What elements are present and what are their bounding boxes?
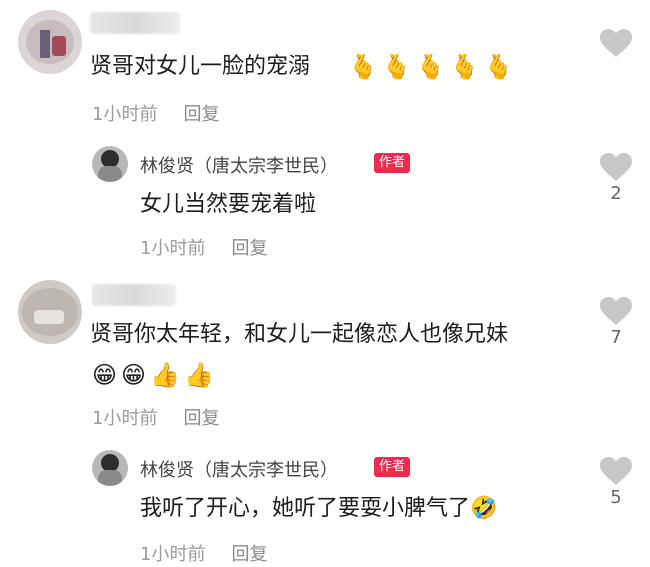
timestamp: 1小时前 bbox=[140, 238, 206, 259]
grinning-emoji: 😁 bbox=[92, 361, 118, 389]
like-button[interactable]: 7 bbox=[591, 296, 641, 350]
thumbs-up-emoji: 👍 bbox=[150, 361, 180, 389]
author-name[interactable]: 林俊贤（唐太宗李世民） bbox=[140, 152, 338, 178]
reply-button[interactable]: 回复 bbox=[231, 234, 267, 260]
author-badge: 作者 bbox=[374, 457, 411, 477]
comment-emojis: 🫰 🫰 🫰 🫰 🫰 bbox=[348, 52, 513, 82]
comment-text: 贤哥对女儿一脸的宠溺 bbox=[90, 54, 311, 79]
rofl-emoji: 🤣 bbox=[470, 496, 498, 521]
avatar[interactable] bbox=[92, 450, 128, 486]
finger-heart-emoji: 🫰 bbox=[381, 53, 412, 81]
heart-icon bbox=[600, 153, 632, 181]
reply-meta: 1小时前 回复 bbox=[140, 234, 267, 260]
like-count: 5 bbox=[610, 487, 622, 508]
finger-heart-emoji: 🫰 bbox=[415, 53, 446, 81]
comment-meta: 1小时前 回复 bbox=[92, 100, 219, 126]
comment-meta: 1小时前 回复 bbox=[92, 404, 219, 430]
like-button[interactable] bbox=[591, 28, 641, 58]
reply-button[interactable]: 回复 bbox=[183, 100, 219, 126]
like-button[interactable]: 5 bbox=[591, 456, 641, 510]
comment-item: 贤哥对女儿一脸的宠溺 🫰 🫰 🫰 🫰 🫰 1小时前 回复 bbox=[0, 0, 650, 130]
reply-button[interactable]: 回复 bbox=[183, 404, 219, 430]
comment-item: 贤哥你太年轻，和女儿一起像恋人也像兄妹 😁 😁 👍 👍 1小时前 回复 7 bbox=[0, 276, 650, 432]
like-button[interactable]: 2 bbox=[591, 152, 641, 206]
comment-emojis: 😁 😁 👍 👍 bbox=[92, 360, 214, 390]
heart-icon bbox=[600, 297, 632, 325]
reply-item: 林俊贤（唐太宗李世民） 作者 我听了开心，她听了要耍小脾气了🤣 1小时前 回复 … bbox=[0, 446, 650, 567]
blurred-username bbox=[90, 12, 180, 34]
author-name[interactable]: 林俊贤（唐太宗李世民） bbox=[140, 456, 338, 482]
avatar[interactable] bbox=[18, 10, 82, 74]
avatar[interactable] bbox=[18, 280, 82, 344]
reply-button[interactable]: 回复 bbox=[231, 540, 267, 566]
heart-icon bbox=[600, 29, 632, 57]
reply-text: 我听了开心，她听了要耍小脾气了🤣 bbox=[140, 494, 497, 524]
reply-meta: 1小时前 回复 bbox=[140, 540, 267, 566]
finger-heart-emoji: 🫰 bbox=[449, 53, 480, 81]
timestamp: 1小时前 bbox=[140, 544, 206, 565]
reply-item: 林俊贤（唐太宗李世民） 作者 女儿当然要宠着啦 1小时前 回复 2 bbox=[0, 140, 650, 265]
finger-heart-emoji: 🫰 bbox=[483, 53, 514, 81]
like-count: 7 bbox=[610, 327, 622, 348]
blurred-username bbox=[92, 284, 176, 306]
avatar[interactable] bbox=[92, 146, 128, 182]
grinning-emoji: 😁 bbox=[121, 361, 147, 389]
heart-icon bbox=[600, 457, 632, 485]
finger-heart-emoji: 🫰 bbox=[348, 53, 378, 81]
thumbs-up-emoji: 👍 bbox=[183, 361, 214, 389]
timestamp: 1小时前 bbox=[92, 408, 158, 429]
comment-text: 贤哥你太年轻，和女儿一起像恋人也像兄妹 bbox=[90, 322, 509, 347]
author-badge: 作者 bbox=[374, 153, 411, 173]
like-count: 2 bbox=[610, 183, 622, 204]
timestamp: 1小时前 bbox=[92, 104, 158, 125]
reply-text: 女儿当然要宠着啦 bbox=[140, 192, 317, 217]
reply-text-content: 我听了开心，她听了要耍小脾气了 bbox=[140, 496, 471, 521]
